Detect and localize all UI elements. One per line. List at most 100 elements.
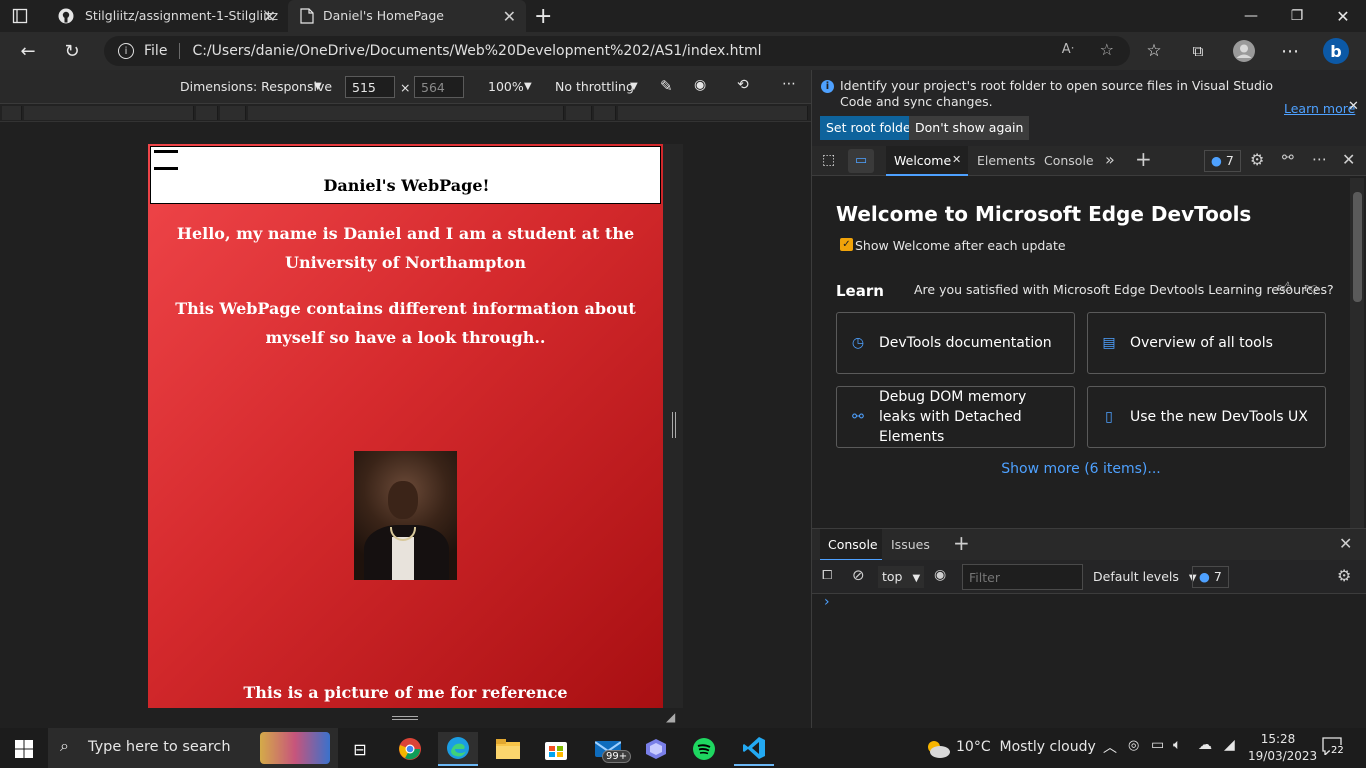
console-settings-icon[interactable]: ⚙ bbox=[1337, 566, 1351, 585]
sidebar-toggle-icon[interactable]: ⧠ bbox=[822, 568, 832, 583]
dimensions-dropdown[interactable]: Dimensions: Responsive bbox=[180, 79, 332, 94]
minimize-icon[interactable]: — bbox=[1228, 0, 1274, 32]
back-icon[interactable]: ← bbox=[12, 36, 44, 66]
favorites-icon[interactable]: ☆ bbox=[1138, 36, 1170, 66]
scroll-thumb[interactable] bbox=[1353, 192, 1362, 302]
bing-icon[interactable]: b bbox=[1320, 36, 1352, 66]
rotate-icon[interactable]: ⟲ bbox=[737, 77, 749, 93]
restore-icon[interactable]: ❐ bbox=[1274, 0, 1320, 32]
vscode-icon[interactable] bbox=[734, 732, 774, 766]
throttling-dropdown[interactable]: No throttling bbox=[555, 79, 634, 94]
context-value: top bbox=[882, 569, 903, 584]
tab-github[interactable]: Stilgliitz/assignment-1-Stilgliitz ✕ bbox=[48, 0, 286, 32]
info-icon[interactable]: i bbox=[118, 43, 134, 59]
windows-start-icon[interactable] bbox=[4, 732, 44, 766]
close-tab-icon[interactable]: ✕ bbox=[263, 7, 276, 26]
chrome-icon[interactable] bbox=[390, 732, 430, 766]
close-drawer-icon[interactable]: ✕ bbox=[1339, 534, 1352, 553]
weather-text[interactable]: 10°C Mostly cloudy bbox=[956, 739, 1096, 755]
drawer-tab-issues[interactable]: Issues bbox=[891, 537, 930, 552]
network-icon[interactable]: ◢ bbox=[1224, 737, 1235, 753]
hamburger-menu-icon[interactable] bbox=[154, 150, 178, 153]
clock[interactable]: 15:28 19/03/2023 bbox=[1248, 731, 1317, 765]
weather-icon[interactable] bbox=[918, 732, 958, 766]
address-bar[interactable]: i File C:/Users/danie/OneDrive/Documents… bbox=[104, 36, 1130, 66]
tab-label: Daniel's HomePage bbox=[323, 8, 444, 23]
show-hidden-icons[interactable]: ︿ bbox=[1103, 737, 1117, 757]
taskbar-search[interactable]: ⌕ Type here to search bbox=[48, 728, 338, 768]
console-prompt[interactable]: › bbox=[824, 594, 830, 610]
store-icon[interactable] bbox=[536, 732, 576, 766]
card-label: Debug DOM memory leaks with Detached Ele… bbox=[879, 389, 1027, 445]
card-debug-dom[interactable]: ⚯ Debug DOM memory leaks with Detached E… bbox=[836, 386, 1075, 448]
mail-badge: 99+ bbox=[602, 750, 632, 763]
live-expression-icon[interactable]: ◉ bbox=[934, 567, 946, 583]
tab-elements[interactable]: Elements bbox=[977, 153, 1035, 168]
card-new-devtools-ux[interactable]: ▯ Use the new DevTools UX bbox=[1087, 386, 1326, 448]
new-tab-icon[interactable]: + bbox=[534, 4, 552, 29]
thumbs-down-icon[interactable]: 👎︎ bbox=[1304, 279, 1318, 296]
profile-icon[interactable] bbox=[1228, 36, 1260, 66]
read-aloud-icon[interactable]: Aᐧ bbox=[1062, 42, 1074, 57]
tab-console[interactable]: Console bbox=[1044, 153, 1094, 168]
notifications-icon[interactable]: 22 bbox=[1322, 737, 1346, 759]
inspect-icon[interactable]: ⬚ bbox=[822, 152, 835, 168]
media-query-ruler[interactable] bbox=[0, 104, 811, 122]
add-favorite-icon[interactable]: ☆ bbox=[1100, 40, 1114, 59]
close-icon[interactable]: ✕ bbox=[952, 153, 961, 166]
add-tab-icon[interactable]: + bbox=[1135, 147, 1152, 171]
customize-icon[interactable]: ⚯ bbox=[1282, 150, 1294, 166]
teams-icon[interactable] bbox=[636, 732, 676, 766]
drawer-tab-console[interactable]: Console bbox=[820, 529, 882, 561]
close-devtools-icon[interactable]: ✕ bbox=[1342, 150, 1355, 169]
show-more-link[interactable]: Show more (6 items)... bbox=[812, 461, 1350, 477]
thumbs-up-icon[interactable]: 👍︎ bbox=[1277, 279, 1292, 296]
eyedropper-icon[interactable]: ✎ bbox=[660, 77, 673, 95]
width-input[interactable]: 515 bbox=[345, 76, 395, 98]
more-tabs-icon[interactable]: » bbox=[1105, 150, 1115, 169]
volume-icon[interactable]: 🔈︎ bbox=[1173, 737, 1181, 753]
card-label: DevTools documentation bbox=[879, 335, 1052, 351]
tab-actions-icon[interactable] bbox=[12, 8, 28, 24]
close-icon[interactable]: ✕ bbox=[1348, 99, 1359, 114]
edge-icon[interactable] bbox=[438, 732, 478, 766]
device-emulation-icon[interactable]: ▭ bbox=[848, 149, 874, 173]
log-levels-dropdown[interactable]: Default levels ▼ bbox=[1089, 566, 1201, 588]
show-welcome-checkbox[interactable]: ✓ bbox=[840, 238, 853, 251]
refresh-icon[interactable]: ↻ bbox=[56, 36, 88, 66]
more-icon[interactable]: ⋯ bbox=[1312, 150, 1327, 168]
resize-corner-icon[interactable]: ◢ bbox=[666, 710, 675, 724]
eye-icon[interactable]: ◉ bbox=[694, 77, 706, 93]
close-tab-icon[interactable]: ✕ bbox=[503, 7, 516, 26]
battery-icon[interactable]: ▭ bbox=[1151, 737, 1164, 753]
filter-input[interactable] bbox=[962, 564, 1083, 590]
task-view-icon[interactable]: ⊟ bbox=[340, 732, 380, 766]
url-text[interactable]: C:/Users/danie/OneDrive/Documents/Web%20… bbox=[192, 43, 761, 59]
tab-homepage[interactable]: Daniel's HomePage ✕ bbox=[288, 0, 526, 32]
mail-icon[interactable]: 99+ bbox=[588, 732, 632, 766]
add-drawer-tab-icon[interactable]: + bbox=[953, 531, 970, 555]
resize-handle-right[interactable] bbox=[672, 412, 676, 438]
learn-more-link[interactable]: Learn more bbox=[1284, 101, 1355, 116]
issues-badge[interactable]: ● 7 bbox=[1192, 566, 1229, 588]
height-input[interactable]: 564 bbox=[414, 76, 464, 98]
resize-handle-bottom[interactable] bbox=[392, 716, 418, 720]
set-root-folder-button[interactable]: Set root folder bbox=[820, 116, 922, 140]
issues-badge[interactable]: ● 7 bbox=[1204, 150, 1241, 172]
spotify-icon[interactable] bbox=[684, 732, 724, 766]
collections-icon[interactable]: ⧉ bbox=[1182, 36, 1214, 66]
notifications-count: 22 bbox=[1330, 745, 1345, 756]
tab-welcome[interactable]: Welcome ✕ bbox=[886, 146, 968, 176]
close-window-icon[interactable]: ✕ bbox=[1320, 0, 1366, 32]
file-explorer-icon[interactable] bbox=[488, 732, 528, 766]
gear-icon[interactable]: ⚙ bbox=[1250, 150, 1264, 169]
clear-console-icon[interactable]: ⊘ bbox=[852, 566, 865, 584]
dont-show-again-button[interactable]: Don't show again bbox=[909, 116, 1030, 140]
card-devtools-documentation[interactable]: ◷ DevTools documentation bbox=[836, 312, 1075, 374]
card-overview-tools[interactable]: ▤ Overview of all tools bbox=[1087, 312, 1326, 374]
more-icon[interactable]: ⋯ bbox=[1274, 36, 1306, 66]
zoom-dropdown[interactable]: 100% bbox=[488, 79, 524, 94]
more-options-icon[interactable]: ⋯ bbox=[782, 76, 796, 92]
context-selector[interactable]: top ▼ bbox=[878, 566, 925, 588]
onedrive-icon[interactable]: ☁ bbox=[1198, 737, 1212, 753]
